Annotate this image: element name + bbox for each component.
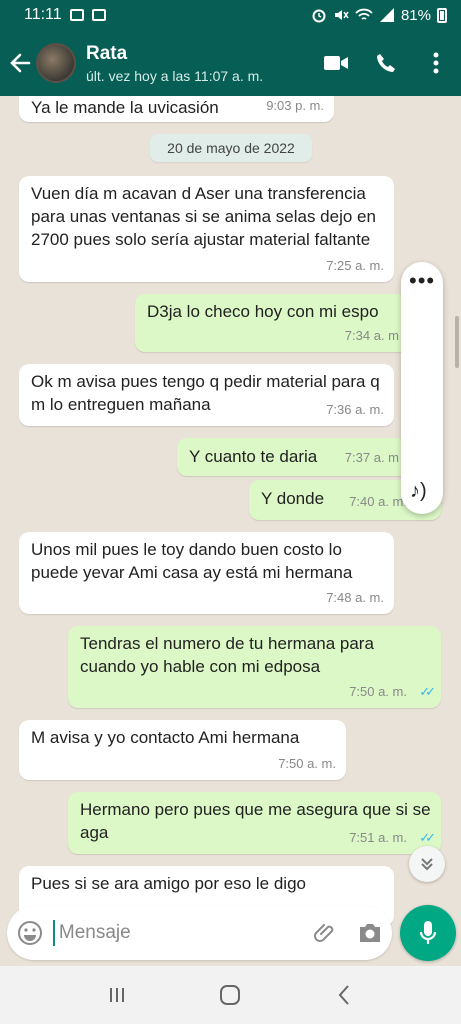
message-bubble[interactable]: Tendras el numero de tu hermana para cua…: [68, 626, 441, 708]
message-bubble[interactable]: Vuen día m acavan d Aser una transferenc…: [19, 176, 394, 282]
double-chevron-down-icon: [421, 858, 433, 871]
mute-icon: [334, 10, 349, 20]
message-text: M avisa y yo contacto Ami hermana: [31, 728, 300, 747]
system-nav-bar: [0, 966, 461, 1024]
camera-icon: [359, 924, 380, 942]
date-chip: 20 de mayo de 2022: [150, 134, 312, 162]
message-time: 7:50 a. m.: [349, 684, 407, 699]
message-time: 9:03 p. m.: [266, 98, 324, 113]
last-seen: últ. vez hoy a las 11:07 a. m.: [86, 67, 264, 84]
battery-icon: [437, 7, 447, 23]
status-bar: 11:11 81%: [0, 0, 461, 30]
gallery-notification-icon: [69, 9, 84, 21]
app-notification-icon: [91, 9, 106, 21]
video-call-icon: [324, 56, 348, 70]
more-vert-icon: [433, 52, 439, 74]
message-text: Unos mil pues le toy dando buen costo lo…: [31, 540, 353, 582]
back-button[interactable]: [2, 43, 38, 83]
nav-back-button[interactable]: [324, 975, 364, 1015]
floating-side-panel[interactable]: ••• ♪): [401, 262, 443, 514]
wifi-icon: [355, 8, 373, 20]
message-bubble[interactable]: M avisa y yo contacto Ami hermana 7:50 a…: [19, 720, 346, 780]
signal-icon: [379, 8, 394, 22]
more-horiz-icon[interactable]: •••: [409, 270, 435, 292]
camera-button[interactable]: [348, 908, 392, 958]
scroll-to-bottom-button[interactable]: [409, 846, 445, 882]
message-bubble[interactable]: Hermano pero pues que me asegura que si …: [68, 792, 441, 854]
message-time: 7:48 a. m.: [326, 590, 384, 605]
message-bubble[interactable]: Ok m avisa pues tengo q pedir material p…: [19, 364, 394, 426]
scrollbar-thumb[interactable]: [455, 316, 459, 368]
message-text: Vuen día m acavan d Aser una transferenc…: [31, 184, 376, 249]
read-receipt-icon: ✓✓: [419, 684, 436, 699]
message-time: 7:34 a. m: [344, 328, 399, 343]
chat-header: Rata últ. vez hoy a las 11:07 a. m.: [0, 30, 461, 96]
recents-button[interactable]: [97, 975, 137, 1015]
message-text: Tendras el numero de tu hermana para cua…: [80, 634, 374, 676]
emoji-button[interactable]: [7, 908, 53, 958]
message-time: 7:51 a. m.: [349, 830, 407, 845]
back-arrow-icon: [10, 53, 31, 73]
battery-percent: 81%: [400, 6, 431, 24]
message-time: 7:25 a. m.: [326, 258, 384, 273]
voice-call-button[interactable]: [361, 38, 411, 88]
status-right: 81%: [311, 7, 447, 24]
home-icon: [220, 985, 241, 1005]
message-composer: [7, 906, 392, 960]
message-bubble[interactable]: Ya le mande la uvicasión 9:03 p. m.: [19, 96, 334, 122]
sound-icon[interactable]: ♪): [410, 480, 427, 503]
message-time: 7:37 a. m: [344, 450, 399, 465]
mic-icon: [419, 921, 437, 944]
avatar[interactable]: [36, 43, 76, 83]
message-time: 7:50 a. m.: [278, 756, 336, 771]
message-bubble[interactable]: Unos mil pues le toy dando buen costo lo…: [19, 532, 394, 614]
voice-message-button[interactable]: [400, 905, 456, 961]
message-text: D3ja lo checo hoy con mi espo: [147, 302, 379, 321]
message-time: 7:40 a. m.: [349, 494, 407, 509]
message-text: Y donde: [261, 489, 325, 508]
chat-area[interactable]: Ya le mande la uvicasión 9:03 p. m. 20 d…: [0, 96, 461, 966]
contact-name: Rata: [86, 42, 128, 64]
alarm-icon: [312, 9, 326, 23]
home-button[interactable]: [210, 975, 250, 1015]
status-time: 11:11: [24, 6, 62, 23]
contact-info[interactable]: Rata últ. vez hoy a las 11:07 a. m.: [86, 43, 311, 84]
message-time: 7:36 a. m.: [326, 402, 384, 417]
message-text: Pues si se ara amigo por eso le digo: [31, 874, 306, 893]
recents-icon: [109, 988, 124, 1002]
phone-icon: [377, 54, 395, 72]
more-options-button[interactable]: [411, 38, 461, 88]
attach-icon: [313, 924, 334, 942]
attach-button[interactable]: [304, 908, 348, 958]
video-call-button[interactable]: [311, 38, 361, 88]
message-text: Ya le mande la uvicasión: [31, 98, 219, 117]
emoji-icon: [17, 921, 42, 945]
message-bubble[interactable]: D3ja lo checo hoy con mi espo 7:34 a. m: [135, 294, 441, 352]
message-text: Y cuanto te daria: [189, 447, 318, 466]
message-input[interactable]: [52, 920, 304, 946]
nav-back-icon: [338, 985, 349, 1005]
status-left: 11:11: [24, 6, 106, 24]
